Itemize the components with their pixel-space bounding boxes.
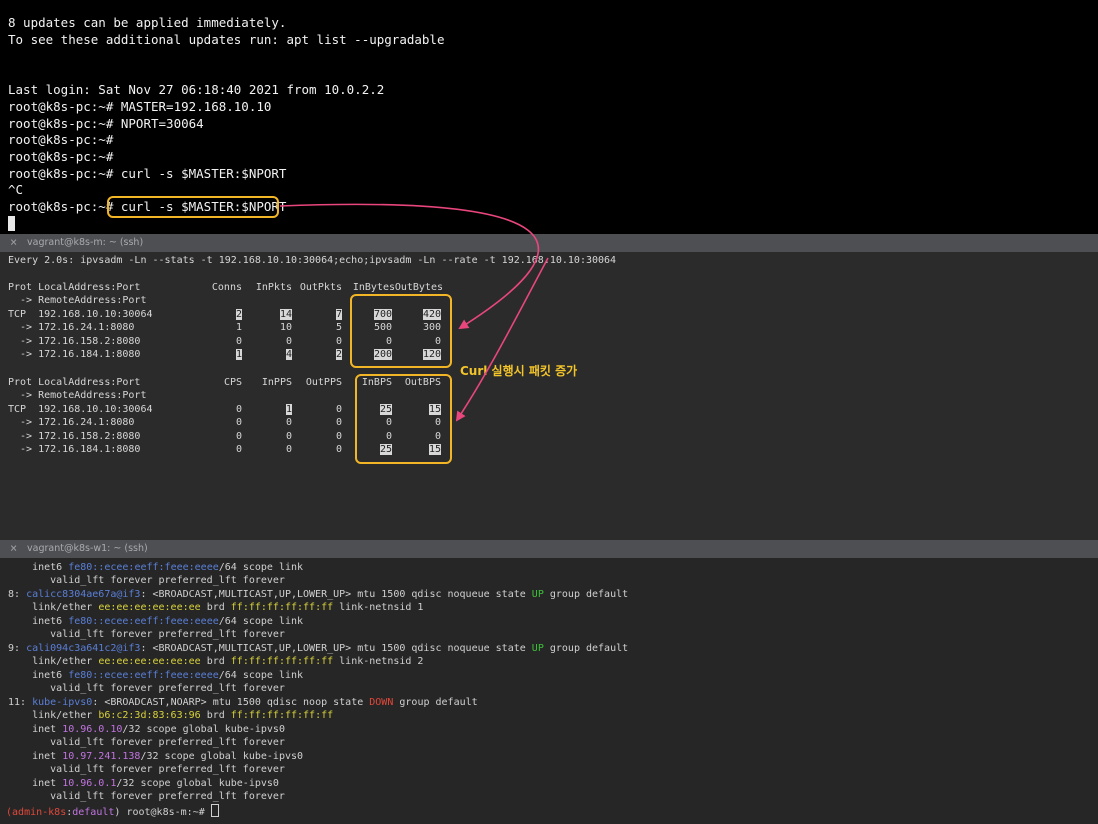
stats-cell-address: TCP 192.168.10.10:30064 bbox=[8, 309, 153, 320]
pane-tab-title: vagrant@k8s-m: ~ (ssh) bbox=[27, 237, 144, 248]
rate-cell-cps: 0 bbox=[235, 417, 242, 428]
stats-subheader: -> RemoteAddress:Port bbox=[8, 295, 147, 306]
rate-header-inpps: InPPS bbox=[261, 377, 292, 388]
rate-cell-inpps: 0 bbox=[285, 417, 292, 428]
pane-tab-title: vagrant@k8s-w1: ~ (ssh) bbox=[27, 543, 148, 554]
stats-cell-address: -> 172.16.24.1:8080 bbox=[8, 322, 135, 333]
close-icon[interactable]: × bbox=[10, 235, 17, 249]
rate-cell-cps: 0 bbox=[235, 404, 242, 415]
highlight-box-rate-bps bbox=[355, 374, 452, 464]
rate-cell-address: -> 172.16.24.1:8080 bbox=[8, 417, 135, 428]
rate-header-outpps: OutPPS bbox=[305, 377, 342, 388]
ip-addr-line: 11: kube-ipvs0: <BROADCAST,NOARP> mtu 15… bbox=[8, 697, 478, 708]
close-icon[interactable]: × bbox=[10, 541, 17, 555]
ip-addr-line: valid_lft forever preferred_lft forever bbox=[8, 791, 285, 802]
rate-cell-cps: 0 bbox=[235, 431, 242, 442]
rate-header-prot: Prot LocalAddress:Port bbox=[8, 377, 141, 388]
rate-cell-address: -> 172.16.158.2:8080 bbox=[8, 431, 141, 442]
stats-cell-outpkts: 0 bbox=[335, 336, 342, 347]
rate-header-cps: CPS bbox=[223, 377, 242, 388]
last-login-line: Last login: Sat Nov 27 06:18:40 2021 fro… bbox=[8, 82, 385, 97]
stats-header-inbytes: InBytes bbox=[352, 282, 395, 293]
rate-cell-inpps: 0 bbox=[285, 444, 292, 455]
shell-line: root@k8s-pc:~# bbox=[8, 132, 114, 147]
ip-addr-line: 9: cali094c3a641c2@if3: <BROADCAST,MULTI… bbox=[8, 643, 629, 654]
stats-cell-inpkts: 10 bbox=[279, 322, 292, 333]
rate-cell-cps: 0 bbox=[235, 444, 242, 455]
rate-cell-outpps: 0 bbox=[335, 444, 342, 455]
stats-cell-address: -> 172.16.184.1:8080 bbox=[8, 349, 141, 360]
terminal-pane-k8s-w1[interactable]: inet6 fe80::ecee:eeff:feee:eeee/64 scope… bbox=[0, 558, 1098, 824]
stats-header-conns: Conns bbox=[211, 282, 242, 293]
motd-line: 8 updates can be applied immediately. bbox=[8, 15, 287, 30]
ip-addr-line: valid_lft forever preferred_lft forever bbox=[8, 737, 285, 748]
ip-addr-line: inet 10.96.0.1/32 scope global kube-ipvs… bbox=[8, 778, 279, 789]
motd-line: To see these additional updates run: apt… bbox=[8, 32, 445, 47]
annotation-label: Curl 실행시 패킷 증가 bbox=[460, 364, 578, 378]
shell-line: root@k8s-pc:~# NPORT=30064 bbox=[8, 116, 204, 131]
ip-addr-line: inet6 fe80::ecee:eeff:feee:eeee/64 scope… bbox=[8, 562, 304, 573]
shell-prompt: (admin-k8s:default) root@k8s-m:~# bbox=[6, 804, 219, 819]
highlight-box-stats-bytes bbox=[350, 294, 452, 368]
ip-addr-line: valid_lft forever preferred_lft forever bbox=[8, 683, 285, 694]
ip-addr-line: link/ether b6:c2:3d:83:63:96 brd ff:ff:f… bbox=[8, 710, 334, 721]
shell-line: root@k8s-pc:~# MASTER=192.168.10.10 bbox=[8, 99, 272, 114]
terminal-pane-k8s-m[interactable]: Every 2.0s: ipvsadm -Ln --stats -t 192.1… bbox=[0, 252, 1098, 540]
highlight-box-curl-command bbox=[107, 196, 279, 218]
ip-addr-line: inet6 fe80::ecee:eeff:feee:eeee/64 scope… bbox=[8, 616, 304, 627]
ip-addr-line: 8: calicc8304ae67a@if3: <BROADCAST,MULTI… bbox=[8, 589, 629, 600]
stats-cell-outpkts: 5 bbox=[335, 322, 342, 333]
ip-addr-line: valid_lft forever preferred_lft forever bbox=[8, 629, 285, 640]
pane-tab-k8s-w1[interactable]: × vagrant@k8s-w1: ~ (ssh) bbox=[0, 540, 1098, 558]
ip-addr-line: valid_lft forever preferred_lft forever bbox=[8, 764, 285, 775]
stats-header-prot: Prot LocalAddress:Port bbox=[8, 282, 141, 293]
terminal-cursor bbox=[8, 216, 15, 231]
rate-cell-outpps: 0 bbox=[335, 431, 342, 442]
ip-addr-line: valid_lft forever preferred_lft forever bbox=[8, 575, 285, 586]
ip-addr-line: inet 10.96.0.10/32 scope global kube-ipv… bbox=[8, 724, 285, 735]
ip-addr-line: inet 10.97.241.138/32 scope global kube-… bbox=[8, 751, 304, 762]
shell-line: root@k8s-pc:~# bbox=[8, 149, 114, 164]
stats-header-inpkts: InPkts bbox=[255, 282, 292, 293]
rate-cell-inpps: 0 bbox=[285, 431, 292, 442]
rate-cell-outpps: 0 bbox=[335, 417, 342, 428]
ip-addr-line: link/ether ee:ee:ee:ee:ee:ee brd ff:ff:f… bbox=[8, 656, 424, 667]
watch-header: Every 2.0s: ipvsadm -Ln --stats -t 192.1… bbox=[8, 255, 617, 266]
rate-cell-outpps: 0 bbox=[335, 404, 342, 415]
ip-addr-line: inet6 fe80::ecee:eeff:feee:eeee/64 scope… bbox=[8, 670, 304, 681]
shell-line: root@k8s-pc:~# curl -s $MASTER:$NPORT bbox=[8, 166, 287, 181]
rate-cell-address: TCP 192.168.10.10:30064 bbox=[8, 404, 153, 415]
stats-cell-inpkts: 0 bbox=[285, 336, 292, 347]
stats-cell-address: -> 172.16.158.2:8080 bbox=[8, 336, 141, 347]
rate-subheader: -> RemoteAddress:Port bbox=[8, 390, 147, 401]
ip-addr-line: link/ether ee:ee:ee:ee:ee:ee brd ff:ff:f… bbox=[8, 602, 424, 613]
rate-cell-address: -> 172.16.184.1:8080 bbox=[8, 444, 141, 455]
stats-header-outbytes: OutBytes bbox=[394, 282, 443, 293]
terminal-cursor bbox=[210, 804, 219, 817]
shell-line: ^C bbox=[8, 182, 24, 197]
pane-tab-k8s-m[interactable]: × vagrant@k8s-m: ~ (ssh) bbox=[0, 234, 1098, 252]
stats-header-outpkts: OutPkts bbox=[299, 282, 342, 293]
stats-cell-conns: 0 bbox=[235, 336, 242, 347]
stats-cell-conns: 1 bbox=[235, 322, 242, 333]
